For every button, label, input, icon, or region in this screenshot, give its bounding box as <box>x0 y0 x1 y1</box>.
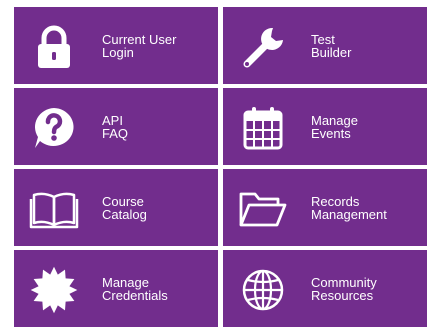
tile-records-management[interactable]: Records Management <box>223 169 427 246</box>
wrench-icon <box>235 19 291 75</box>
tile-label: API FAQ <box>102 114 128 140</box>
tile-label: Community Resources <box>311 276 377 302</box>
book-icon <box>26 181 82 237</box>
tile-label-line2: Builder <box>311 44 352 60</box>
tile-label-line2: Resources <box>311 287 374 303</box>
tile-label-line2: Catalog <box>102 206 147 222</box>
calendar-icon <box>235 100 291 156</box>
tile-label: Manage Events <box>311 114 358 140</box>
tile-label: Records Management <box>311 195 387 221</box>
badge-icon <box>26 262 82 318</box>
tile-label-line2: Credentials <box>102 287 168 303</box>
tile-current-user-login[interactable]: Current User Login <box>14 7 218 84</box>
tile-label-line2: Management <box>311 206 387 222</box>
tile-manage-events[interactable]: Manage Events <box>223 88 427 165</box>
folder-icon <box>235 181 291 237</box>
globe-icon <box>235 262 291 318</box>
tile-label: Test Builder <box>311 33 351 59</box>
tile-manage-credentials[interactable]: Manage Credentials <box>14 250 218 327</box>
tile-label: Course Catalog <box>102 195 147 221</box>
tile-grid: Current User Login Test Builder API FAQ … <box>14 7 427 327</box>
tile-label-line2: Login <box>102 44 134 60</box>
tile-community-resources[interactable]: Community Resources <box>223 250 427 327</box>
tile-label: Manage Credentials <box>102 276 168 302</box>
tile-test-builder[interactable]: Test Builder <box>223 7 427 84</box>
tile-label-line2: Events <box>311 125 351 141</box>
question-icon <box>26 100 82 156</box>
tile-label: Current User Login <box>102 33 176 59</box>
tile-label-line2: FAQ <box>102 125 129 141</box>
tile-api-faq[interactable]: API FAQ <box>14 88 218 165</box>
lock-icon <box>26 19 82 75</box>
tile-course-catalog[interactable]: Course Catalog <box>14 169 218 246</box>
